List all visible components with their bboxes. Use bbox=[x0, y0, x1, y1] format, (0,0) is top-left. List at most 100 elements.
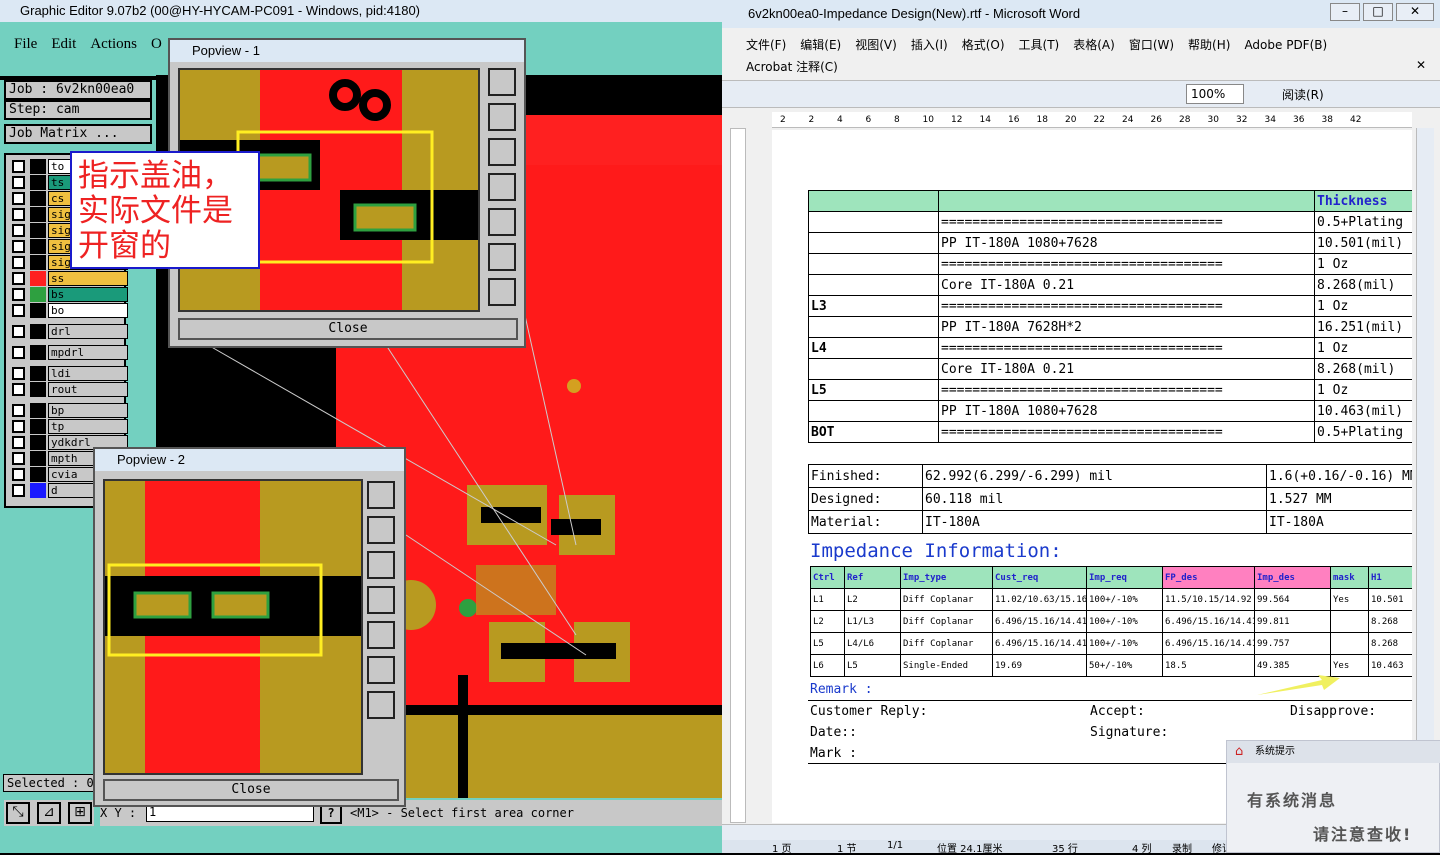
close-icon[interactable]: ✕ bbox=[1396, 3, 1434, 21]
arrow-right-icon[interactable] bbox=[488, 208, 516, 236]
arrow-up-icon[interactable] bbox=[367, 516, 395, 544]
popview-1-title: Popview - 1 bbox=[192, 43, 260, 58]
zoom-center-icon[interactable] bbox=[488, 278, 516, 306]
layer-color-swatch bbox=[30, 483, 46, 498]
maximize-icon[interactable]: □ bbox=[1363, 3, 1393, 21]
xy-label: X Y : bbox=[100, 806, 137, 820]
layer-checkbox[interactable] bbox=[12, 452, 25, 465]
layer-row[interactable]: bp bbox=[10, 403, 128, 418]
zoom-fit-icon[interactable] bbox=[367, 656, 395, 684]
arrow-left-icon[interactable] bbox=[367, 586, 395, 614]
layer-checkbox[interactable] bbox=[12, 304, 25, 317]
layer-checkbox[interactable] bbox=[12, 192, 25, 205]
word-menu-item[interactable]: 窗口(W) bbox=[1129, 38, 1174, 52]
vertical-scrollbar[interactable] bbox=[1416, 128, 1434, 823]
stack-cell: 10.501(mil) bbox=[1314, 232, 1412, 254]
impedance-cell bbox=[1330, 632, 1369, 655]
word-menu-item[interactable]: 帮助(H) bbox=[1188, 38, 1230, 52]
menu-options[interactable]: O bbox=[151, 36, 162, 52]
popview-2-canvas[interactable] bbox=[103, 479, 363, 775]
layer-row[interactable]: bs bbox=[10, 287, 128, 302]
layer-row[interactable]: bo bbox=[10, 303, 128, 318]
stack-cell: Core IT-180A 0.21 bbox=[938, 274, 1315, 296]
measure-tool-icon[interactable]: ⊿ bbox=[37, 802, 61, 824]
word-menu-item[interactable]: 文件(F) bbox=[746, 38, 786, 52]
zoom-tool-icon[interactable]: ⤡ bbox=[6, 802, 30, 824]
layer-name: rout bbox=[48, 382, 128, 397]
word-menu-item[interactable]: 插入(I) bbox=[911, 38, 948, 52]
summary-cell: Material: bbox=[808, 510, 923, 534]
stack-cell: 1 Oz bbox=[1314, 337, 1412, 359]
popview-2-close-button[interactable]: Close bbox=[103, 779, 399, 801]
summary-cell: 1.527 MM bbox=[1266, 487, 1412, 511]
note-line-2: 实际文件是 bbox=[78, 193, 233, 229]
zoom-center-icon[interactable] bbox=[367, 691, 395, 719]
ruler-tick: 24 bbox=[1122, 115, 1134, 125]
layer-checkbox[interactable] bbox=[12, 240, 25, 253]
layer-row[interactable]: ldi bbox=[10, 366, 128, 381]
impedance-cell: 6.496/15.16/14.41 bbox=[992, 632, 1087, 655]
system-message-popup[interactable]: 系统提示 ⌂ 有系统消息 请注意查收! bbox=[1226, 740, 1440, 853]
arrow-right-icon[interactable] bbox=[367, 621, 395, 649]
arrow-down-icon[interactable] bbox=[488, 138, 516, 166]
zoom-select[interactable]: 100% bbox=[1186, 84, 1244, 104]
layer-row[interactable]: drl bbox=[10, 324, 128, 339]
ruler-tick: 2 bbox=[808, 115, 815, 125]
ruler-tick: 42 bbox=[1350, 115, 1362, 125]
layer-checkbox[interactable] bbox=[12, 176, 25, 189]
word-menu-item[interactable]: Adobe PDF(B) bbox=[1244, 38, 1327, 52]
layer-checkbox[interactable] bbox=[12, 468, 25, 481]
layer-name: ss bbox=[48, 271, 128, 286]
layer-checkbox[interactable] bbox=[12, 224, 25, 237]
impedance-header-cell: Imp_type bbox=[900, 566, 993, 589]
layer-checkbox[interactable] bbox=[12, 208, 25, 221]
pan-tool-icon[interactable] bbox=[488, 68, 516, 96]
layer-row[interactable]: rout bbox=[10, 382, 128, 397]
layer-checkbox[interactable] bbox=[12, 325, 25, 338]
zoom-fit-icon[interactable] bbox=[488, 243, 516, 271]
customer-reply: Customer Reply: bbox=[810, 704, 928, 719]
stack-cell: PP IT-180A 1080+7628 bbox=[938, 232, 1315, 254]
word-menu-item[interactable]: 视图(V) bbox=[855, 38, 897, 52]
menu-close-icon[interactable]: ✕ bbox=[1416, 58, 1426, 72]
layer-row[interactable]: ss bbox=[10, 271, 128, 286]
impedance-header-cell: mask bbox=[1330, 566, 1369, 589]
layer-checkbox[interactable] bbox=[12, 256, 25, 269]
layer-checkbox[interactable] bbox=[12, 288, 25, 301]
read-button[interactable]: 阅读(R) bbox=[1282, 86, 1324, 103]
menu-acrobat[interactable]: Acrobat 注释(C) bbox=[746, 58, 838, 75]
layer-checkbox[interactable] bbox=[12, 346, 25, 359]
layer-checkbox[interactable] bbox=[12, 436, 25, 449]
grid-tool-icon[interactable]: ⊞ bbox=[68, 802, 92, 824]
menu-edit[interactable]: Edit bbox=[51, 36, 76, 52]
help-icon[interactable]: ? bbox=[320, 804, 342, 824]
job-matrix-button[interactable]: Job Matrix ... bbox=[4, 124, 152, 144]
layer-checkbox[interactable] bbox=[12, 383, 25, 396]
menu-actions[interactable]: Actions bbox=[90, 36, 137, 52]
popview-1-titlebar: Popview - 1 bbox=[170, 40, 524, 62]
menu-file[interactable]: File bbox=[14, 36, 37, 52]
minimize-icon[interactable]: – bbox=[1330, 3, 1360, 21]
layer-checkbox[interactable] bbox=[12, 420, 25, 433]
layer-checkbox[interactable] bbox=[12, 404, 25, 417]
layer-color-swatch bbox=[30, 159, 46, 174]
layer-checkbox[interactable] bbox=[12, 272, 25, 285]
layer-checkbox[interactable] bbox=[12, 160, 25, 173]
word-menu-item[interactable]: 表格(A) bbox=[1073, 38, 1115, 52]
word-title: 6v2kn00ea0-Impedance Design(New).rtf - M… bbox=[748, 6, 1081, 21]
arrow-left-icon[interactable] bbox=[488, 173, 516, 201]
popview-1-close-button[interactable]: Close bbox=[178, 318, 518, 340]
layer-checkbox[interactable] bbox=[12, 367, 25, 380]
arrow-up-icon[interactable] bbox=[488, 103, 516, 131]
document-page[interactable]: Thickness ==============================… bbox=[772, 130, 1412, 823]
arrow-down-icon[interactable] bbox=[367, 551, 395, 579]
word-menu-item[interactable]: 工具(T) bbox=[1019, 38, 1060, 52]
pan-tool-icon[interactable] bbox=[367, 481, 395, 509]
layer-checkbox[interactable] bbox=[12, 484, 25, 497]
layer-row[interactable]: tp bbox=[10, 419, 128, 434]
impedance-cell: Diff Coplanar bbox=[900, 588, 993, 611]
layer-row[interactable]: mpdrl bbox=[10, 345, 128, 360]
word-menu-item[interactable]: 编辑(E) bbox=[800, 38, 841, 52]
word-menu-item[interactable]: 格式(O) bbox=[962, 38, 1005, 52]
impedance-cell: L5 bbox=[810, 632, 845, 655]
